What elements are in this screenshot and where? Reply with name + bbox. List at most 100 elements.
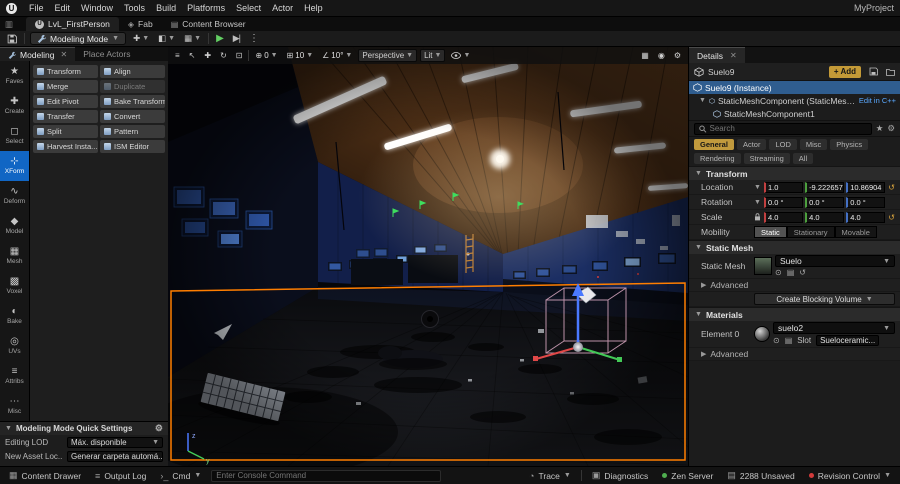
category-bake[interactable]: ◐ Bake xyxy=(0,301,29,331)
scale-z-field[interactable]: 4.0 xyxy=(846,211,886,223)
cmd-dropdown[interactable]: ›_ Cmd ▼ xyxy=(156,469,205,483)
tab-details[interactable]: Details ✕ xyxy=(689,47,745,63)
level-viewport[interactable]: z y ≡ ↖ ✚ ↻ ⊡ ⊕ 0 ▼ ⊞ 10 ▼ ∠ 10° ▼ Perspective… xyxy=(168,47,688,466)
reset-asset-icon[interactable]: ↺ xyxy=(799,268,806,277)
close-icon[interactable]: ✕ xyxy=(730,51,737,60)
gizmo-x-handle[interactable] xyxy=(533,356,538,361)
select-tool-icon[interactable]: ↖ xyxy=(186,49,199,62)
tab-modeling[interactable]: Modeling ✕ xyxy=(0,47,76,61)
browse-to-asset-icon[interactable]: ▤ xyxy=(787,268,795,277)
filter-lod[interactable]: LOD xyxy=(769,139,797,150)
tool-merge[interactable]: Merge xyxy=(33,80,98,93)
diagnostics-button[interactable]: ▣ Diagnostics xyxy=(588,469,652,483)
category-deform[interactable]: ∿ Deform xyxy=(0,181,29,211)
skip-frame-button[interactable]: ▶| xyxy=(231,33,242,44)
menu-tools[interactable]: Tools xyxy=(119,0,150,16)
scale-y-field[interactable]: 4.0 xyxy=(805,211,845,223)
gizmo-origin-sphere[interactable] xyxy=(573,342,583,352)
use-selected-icon[interactable]: ⊙ xyxy=(775,268,782,277)
search-input[interactable] xyxy=(709,124,867,133)
tool-ism-editor[interactable]: ISM Editor xyxy=(100,140,165,153)
static-mesh-thumbnail[interactable] xyxy=(754,257,772,275)
chevron-down-icon[interactable]: ▼ xyxy=(754,184,761,191)
content-browser-button[interactable]: ▤ Content Browser xyxy=(162,17,255,31)
view-mode-dropdown[interactable]: Lit ▼ xyxy=(420,49,446,62)
surface-snap-toggle[interactable]: ⊕ 0 ▼ xyxy=(252,49,280,62)
gizmo-y-handle[interactable] xyxy=(617,357,622,362)
tool-bake-transform[interactable]: Bake Transform xyxy=(100,95,165,108)
section-static-mesh[interactable]: ▼ Static Mesh xyxy=(689,240,900,254)
viewport-scene[interactable]: z y xyxy=(168,47,688,466)
category-voxel[interactable]: ▩ Voxel xyxy=(0,271,29,301)
tool-edit-pivot[interactable]: Edit Pivot xyxy=(33,95,98,108)
tool-harvest-instances[interactable]: Harvest Insta... xyxy=(33,140,98,153)
filter-misc[interactable]: Misc xyxy=(799,139,828,150)
materials-advanced[interactable]: ▶ Advanced xyxy=(689,348,900,361)
gear-icon[interactable]: ⚙ xyxy=(155,423,163,434)
filter-streaming[interactable]: Streaming xyxy=(743,153,790,164)
tool-align[interactable]: Align xyxy=(100,65,165,78)
lock-icon[interactable] xyxy=(754,213,761,221)
reset-to-default-icon[interactable]: ↺ xyxy=(888,213,895,222)
grid-snap-toggle[interactable]: ⊞ 10 ▼ xyxy=(284,49,317,62)
fab-button[interactable]: ◈ Fab xyxy=(119,17,162,31)
rotate-tool-icon[interactable]: ↻ xyxy=(217,49,230,62)
category-select[interactable]: ◻ Select xyxy=(0,121,29,151)
scale-tool-icon[interactable]: ⊡ xyxy=(233,49,246,62)
category-faves[interactable]: ★ Faves xyxy=(0,61,29,91)
new-asset-location-dropdown[interactable]: Generar carpeta automá... ▼ xyxy=(67,450,163,462)
category-model[interactable]: ◆ Model xyxy=(0,211,29,241)
location-z-field[interactable]: 10.86904 xyxy=(846,181,886,193)
filter-actor[interactable]: Actor xyxy=(736,139,767,150)
category-mesh[interactable]: ▦ Mesh xyxy=(0,241,29,271)
section-materials[interactable]: ▼ Materials xyxy=(689,307,900,321)
component-row-staticmesh1[interactable]: StaticMeshComponent1 xyxy=(689,107,900,120)
details-settings-icon[interactable]: ⚙ xyxy=(887,123,895,134)
save-icon[interactable] xyxy=(869,67,878,76)
unsaved-status[interactable]: ▤ 2288 Unsaved xyxy=(723,469,798,483)
component-row-staticmesh[interactable]: ▼ StaticMeshComponent (StaticMeshCompone… xyxy=(689,94,900,107)
game-view-icon[interactable]: ▦ xyxy=(638,49,652,62)
category-misc[interactable]: ⋯ Misc xyxy=(0,391,29,421)
play-options-kebab[interactable]: ⋮ xyxy=(247,33,261,44)
move-tool-icon[interactable]: ✚ xyxy=(201,49,214,62)
tool-transform[interactable]: Transform xyxy=(33,65,98,78)
editor-mode-dropdown[interactable]: Modeling Mode ▼ xyxy=(30,32,127,45)
console-input[interactable] xyxy=(216,471,437,480)
static-mesh-advanced[interactable]: ▶ Advanced xyxy=(689,279,900,292)
zen-server-status[interactable]: Zen Server xyxy=(658,469,717,483)
material-thumbnail[interactable] xyxy=(754,326,770,342)
browse-to-asset-icon[interactable]: ▤ xyxy=(785,336,793,345)
material-slot-name[interactable]: Sueloceramic... xyxy=(816,335,880,346)
add-content-dropdown[interactable]: ✚ ▼ xyxy=(131,33,151,44)
category-xform[interactable]: ⊹ XForm xyxy=(0,151,29,181)
perspective-dropdown[interactable]: Perspective ▼ xyxy=(358,49,418,62)
editing-lod-dropdown[interactable]: Máx. disponible ▼ xyxy=(67,436,163,448)
menu-platforms[interactable]: Platforms xyxy=(182,0,230,16)
filter-all[interactable]: All xyxy=(792,153,814,164)
chevron-down-icon[interactable]: ▼ xyxy=(754,199,761,206)
cinematics-dropdown[interactable]: ▦ ▼ xyxy=(182,33,203,44)
console-command-box[interactable] xyxy=(211,469,442,482)
favorite-filter-icon[interactable]: ★ xyxy=(876,123,884,134)
tool-pattern[interactable]: Pattern xyxy=(100,125,165,138)
rotation-y-field[interactable]: 0.0 ° xyxy=(805,196,845,208)
expander-icon[interactable]: ▼ xyxy=(699,97,706,104)
viewport-options-icon[interactable]: ≡ xyxy=(172,49,183,62)
static-mesh-combo[interactable]: Suelo ▼ xyxy=(775,255,895,267)
output-log-button[interactable]: ≡ Output Log xyxy=(91,469,150,483)
mobility-static[interactable]: Static xyxy=(754,226,787,238)
menu-file[interactable]: File xyxy=(24,0,49,16)
level-tab[interactable]: U LvL_FirstPerson xyxy=(26,17,119,31)
tool-convert[interactable]: Convert xyxy=(100,110,165,123)
material-combo[interactable]: suelo2 ▼ xyxy=(773,322,895,334)
mobility-movable[interactable]: Movable xyxy=(834,226,877,238)
location-y-field[interactable]: -9.222657 xyxy=(805,181,845,193)
create-blocking-volume-dropdown[interactable]: Create Blocking Volume ▼ xyxy=(754,293,895,305)
trace-dropdown[interactable]: ◔ Trace ▼ xyxy=(525,469,575,483)
show-flags-dropdown[interactable]: ▼ xyxy=(448,49,473,62)
use-selected-icon[interactable]: ⊙ xyxy=(773,336,780,345)
filter-physics[interactable]: Physics xyxy=(830,139,869,150)
content-drawer-button[interactable]: ▦ Content Drawer xyxy=(5,469,85,483)
window-menu-icon[interactable]: ▥ xyxy=(0,17,18,31)
